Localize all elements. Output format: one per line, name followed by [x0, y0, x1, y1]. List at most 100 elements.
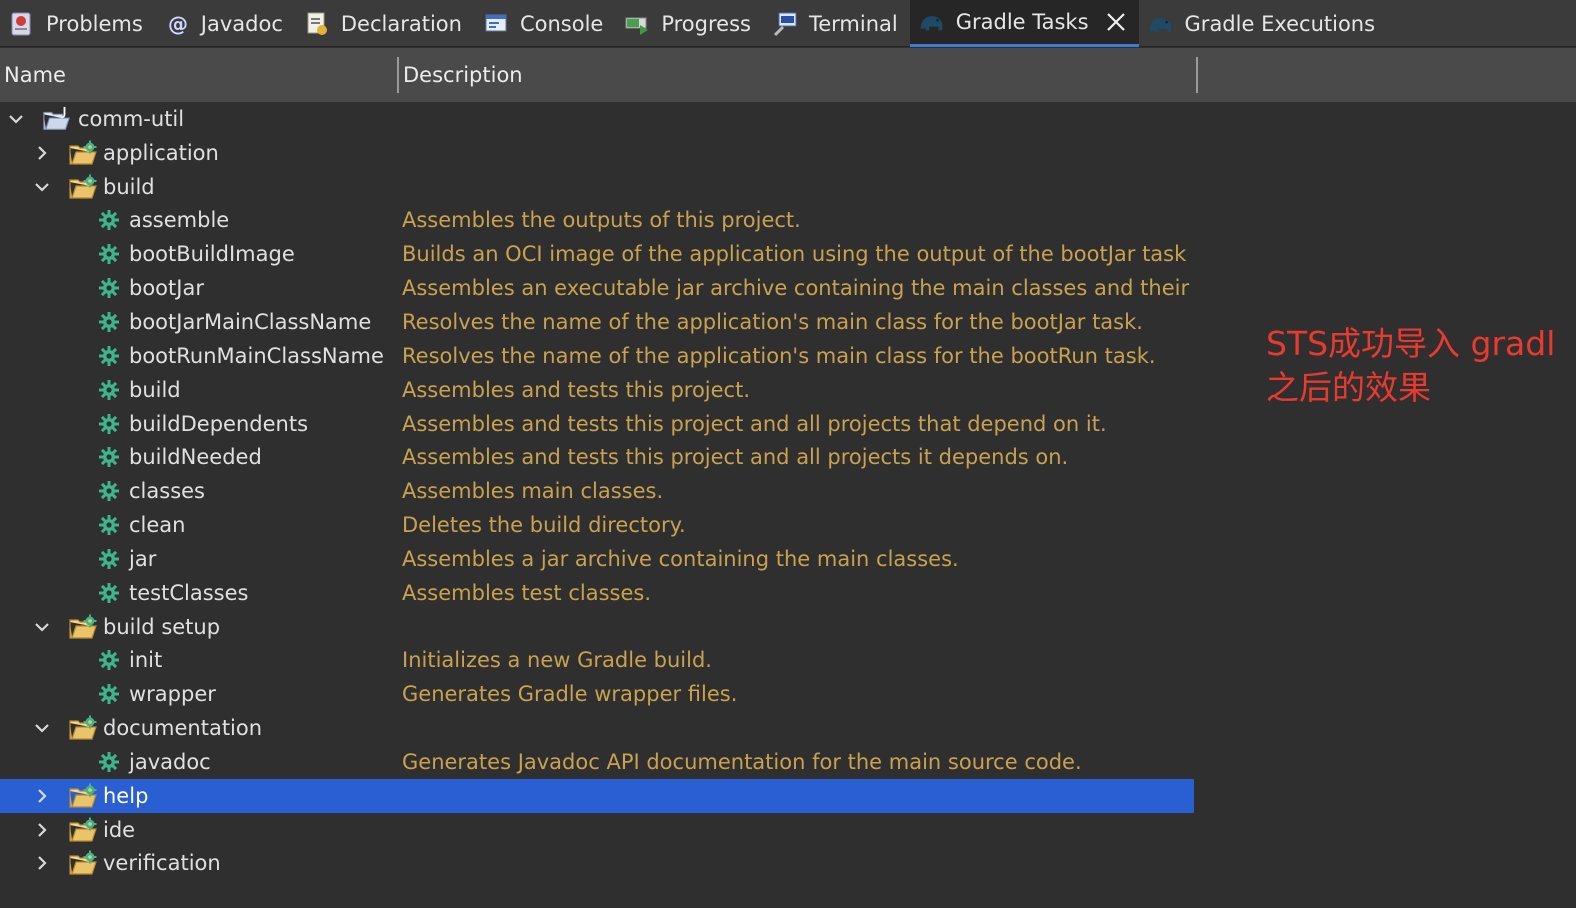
expand-chevron-icon[interactable] — [32, 143, 52, 163]
task-description: Assembles and tests this project. — [402, 377, 751, 402]
task-description: Assembles and tests this project and all… — [402, 411, 1107, 436]
task-description: Assembles a jar archive containing the m… — [402, 546, 959, 571]
task-group-folder-icon — [68, 782, 98, 810]
task-group-folder-icon — [68, 173, 98, 201]
task-row[interactable]: jar Assembles a jar archive containing th… — [0, 542, 1194, 576]
tab-label: Console — [519, 11, 604, 36]
column-header-name[interactable]: Name — [0, 63, 397, 87]
tree-item-label: build — [129, 377, 181, 402]
task-gear-icon — [94, 376, 124, 404]
tab-progress[interactable]: Progress — [615, 0, 763, 47]
task-group-row[interactable]: build setup — [0, 610, 1194, 644]
expand-chevron-icon[interactable] — [32, 786, 52, 806]
task-row[interactable]: classes Assembles main classes. — [0, 474, 1194, 508]
task-group-row[interactable]: documentation — [0, 711, 1194, 745]
column-header-description[interactable]: Description — [399, 63, 1196, 87]
collapse-chevron-icon[interactable] — [32, 177, 52, 197]
task-gear-icon — [94, 342, 124, 370]
tab-label: Declaration — [340, 11, 462, 36]
collapse-chevron-icon[interactable] — [32, 617, 52, 637]
task-gear-icon — [94, 646, 124, 674]
tree-column-header: Name Description — [0, 48, 1576, 102]
collapse-chevron-icon[interactable] — [6, 109, 26, 129]
project-folder-icon — [42, 105, 72, 133]
task-row[interactable]: buildNeeded Assembles and tests this proj… — [0, 440, 1194, 474]
task-description: Initializes a new Gradle build. — [402, 648, 712, 673]
task-gear-icon — [94, 206, 124, 234]
task-group-folder-icon — [68, 849, 98, 877]
close-icon[interactable] — [1105, 11, 1127, 33]
task-gear-icon — [94, 680, 124, 708]
task-gear-icon — [94, 443, 124, 471]
tab-console[interactable]: Console — [474, 0, 615, 47]
task-description: Assembles an executable jar archive cont… — [402, 276, 1194, 301]
tree-item-label: jar — [129, 546, 157, 571]
tree-item-label: bootJarMainClassName — [129, 309, 372, 334]
tab-label: Progress — [661, 11, 751, 36]
task-row[interactable]: build Assembles and tests this project. — [0, 373, 1194, 407]
tab-gradle-executions[interactable]: Gradle Executions — [1139, 0, 1388, 47]
task-description: Builds an OCI image of the application u… — [402, 242, 1187, 267]
tree-item-label: verification — [103, 851, 221, 876]
expand-chevron-icon[interactable] — [32, 853, 52, 873]
tab-label: Gradle Executions — [1184, 11, 1376, 36]
task-gear-icon — [94, 579, 124, 607]
task-group-row[interactable]: build — [0, 170, 1194, 204]
tree-item-label: wrapper — [129, 682, 216, 707]
tab-label: Gradle Tasks — [955, 10, 1089, 34]
tree-item-label: ide — [103, 817, 136, 842]
tree-item-label: bootBuildImage — [129, 242, 295, 267]
project-row[interactable]: comm-util — [0, 102, 1194, 136]
task-gear-icon — [94, 240, 124, 268]
task-group-row[interactable]: application — [0, 136, 1194, 170]
tree-item-label: buildNeeded — [129, 445, 262, 470]
task-gear-icon — [94, 308, 124, 336]
task-row[interactable]: buildDependents Assembles and tests this … — [0, 407, 1194, 441]
task-description: Generates Javadoc API documentation for … — [402, 749, 1082, 774]
task-row[interactable]: bootBuildImage Builds an OCI image of the… — [0, 237, 1194, 271]
task-row[interactable]: javadoc Generates Javadoc API documentati… — [0, 745, 1194, 779]
tab-label: Javadoc — [200, 11, 283, 36]
tree-item-label: buildDependents — [129, 411, 309, 436]
task-group-row[interactable]: verification — [0, 847, 1194, 881]
gradle-elephant-icon — [1147, 10, 1175, 38]
terminal-icon — [771, 10, 799, 38]
view-tab-bar: Problems @ Javadoc Declaration Console Progre… — [0, 0, 1576, 47]
tab-terminal[interactable]: Terminal — [763, 0, 910, 47]
problems-icon — [8, 10, 36, 38]
annotation-line-1: STS成功导入 gradl — [1266, 324, 1556, 363]
task-group-folder-icon — [68, 139, 98, 167]
tab-javadoc[interactable]: @ Javadoc — [155, 0, 295, 47]
task-group-row[interactable]: help — [0, 778, 1194, 813]
task-description: Resolves the name of the application's m… — [402, 343, 1156, 368]
collapse-chevron-icon[interactable] — [32, 718, 52, 738]
task-description: Assembles test classes. — [402, 580, 651, 605]
task-row[interactable]: init Initializes a new Gradle build. — [0, 644, 1194, 678]
tree-item-label: classes — [129, 479, 205, 504]
task-row[interactable]: wrapper Generates Gradle wrapper files. — [0, 677, 1194, 711]
task-row[interactable]: clean Deletes the build directory. — [0, 508, 1194, 542]
task-group-row[interactable]: ide — [0, 813, 1194, 847]
tab-label: Problems — [46, 11, 143, 36]
gradle-task-tree: comm-util application build assemble Assembl… — [0, 102, 1194, 880]
task-row[interactable]: assemble Assembles the outputs of this pr… — [0, 204, 1194, 238]
tab-problems[interactable]: Problems — [0, 0, 155, 47]
gradle-elephant-icon — [918, 8, 946, 36]
task-description: Deletes the build directory. — [402, 513, 686, 538]
task-row[interactable]: bootJar Assembles an executable jar archi… — [0, 271, 1194, 305]
task-group-folder-icon — [68, 816, 98, 844]
task-row[interactable]: testClasses Assembles test classes. — [0, 576, 1194, 610]
progress-icon — [623, 10, 651, 38]
task-description: Generates Gradle wrapper files. — [402, 682, 738, 707]
tree-item-label: comm-util — [78, 106, 185, 131]
task-gear-icon — [94, 748, 124, 776]
task-row[interactable]: bootJarMainClassName Resolves the name of… — [0, 305, 1194, 339]
tab-declaration[interactable]: Declaration — [295, 0, 474, 47]
tab-label: Terminal — [808, 11, 898, 36]
column-separator[interactable] — [1196, 57, 1198, 93]
task-row[interactable]: bootRunMainClassName Resolves the name of… — [0, 339, 1194, 373]
svg-text:@: @ — [168, 12, 188, 36]
expand-chevron-icon[interactable] — [32, 820, 52, 840]
tree-item-label: assemble — [129, 208, 230, 233]
tab-gradle-tasks[interactable]: Gradle Tasks — [909, 0, 1139, 47]
